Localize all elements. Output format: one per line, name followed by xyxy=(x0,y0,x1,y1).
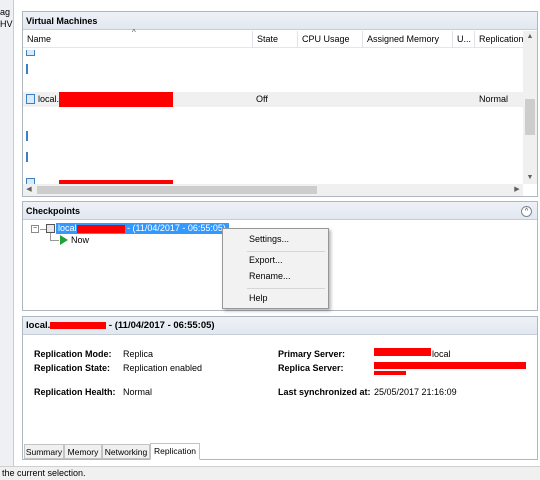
menu-item-settings[interactable]: Settings... xyxy=(249,234,289,245)
checkpoint-node-selected[interactable]: local - (11/04/2017 - 06:55:05) xyxy=(56,223,229,234)
column-header-assigned-memory[interactable]: Assigned Memory xyxy=(363,31,453,48)
menu-item-rename[interactable]: Rename... xyxy=(249,271,291,282)
redaction-mark xyxy=(50,321,107,329)
vm-icon xyxy=(26,152,28,162)
menu-separator xyxy=(247,251,325,252)
details-title: local. - (11/04/2017 - 06:55:05) xyxy=(23,317,537,335)
primary-server-domain: local xyxy=(432,349,451,359)
column-header-state[interactable]: State xyxy=(253,31,298,48)
menu-item-export[interactable]: Export... xyxy=(249,255,283,266)
column-header-replication[interactable]: Replication xyxy=(475,31,523,48)
replication-health-value: Normal xyxy=(123,387,153,397)
collapse-pane-icon[interactable]: ^ xyxy=(521,206,532,217)
last-synchronized-label: Last synchronized at: xyxy=(278,387,371,397)
redaction-mark xyxy=(374,348,431,356)
replication-state-value: Replication enabled xyxy=(123,363,203,373)
checkpoint-node-prefix: local xyxy=(58,223,77,233)
column-header-uptime[interactable]: U... xyxy=(453,31,475,48)
checkpoint-icon xyxy=(46,224,55,233)
column-header-cpu-usage[interactable]: CPU Usage xyxy=(298,31,363,48)
details-title-prefix: local. xyxy=(26,320,51,331)
tab-networking[interactable]: Networking xyxy=(102,444,150,459)
redaction-mark xyxy=(76,224,125,233)
primary-server-label: Primary Server: xyxy=(278,349,346,359)
menu-item-help[interactable]: Help xyxy=(249,293,268,304)
tab-memory[interactable]: Memory xyxy=(64,444,102,459)
virtual-machines-title: Virtual Machines xyxy=(23,12,537,30)
vm-state: Off xyxy=(256,94,268,104)
left-navigation-strip xyxy=(0,0,14,470)
redaction-mark xyxy=(59,92,173,107)
virtual-machines-pane: Virtual Machines Name ^ State CPU Usage … xyxy=(22,11,538,197)
replication-state-label: Replication State: xyxy=(34,363,111,373)
scroll-right-icon[interactable]: ▶ xyxy=(511,184,523,196)
scroll-left-icon[interactable]: ◀ xyxy=(23,184,35,196)
tree-connector xyxy=(50,240,59,241)
checkpoint-details-pane: local. - (11/04/2017 - 06:55:05) Replica… xyxy=(22,316,538,460)
left-strip-text-bottom: HV xyxy=(0,19,13,29)
vm-vertical-scrollbar[interactable]: ▲ ▼ xyxy=(523,31,537,184)
vm-icon xyxy=(26,64,28,74)
last-synchronized-value: 25/05/2017 21:16:09 xyxy=(374,387,457,397)
checkpoint-node-timestamp: - (11/04/2017 - 06:55:05) xyxy=(124,223,226,233)
replication-mode-label: Replication Mode: xyxy=(34,349,112,359)
menu-separator xyxy=(247,288,325,289)
replication-health-label: Replication Health: xyxy=(34,387,116,397)
vm-row[interactable]: local. Off Normal xyxy=(23,92,523,107)
vm-replication-health: Normal xyxy=(479,94,509,104)
vm-horizontal-scrollbar[interactable]: ◀ ▶ xyxy=(23,184,523,196)
replication-mode-value: Replica xyxy=(123,349,154,359)
vm-horizontal-scroll-thumb[interactable] xyxy=(37,186,317,194)
vm-icon xyxy=(26,94,35,104)
left-strip-text-top: ag xyxy=(0,7,11,17)
status-bar: the current selection. xyxy=(0,466,540,480)
vm-name-prefix: local. xyxy=(38,94,60,104)
checkpoint-context-menu: Settings... Export... Rename... Help xyxy=(222,228,329,309)
details-title-timestamp: - (11/04/2017 - 06:55:05) xyxy=(106,320,215,331)
tab-replication[interactable]: Replication xyxy=(150,443,200,460)
column-header-name[interactable]: Name xyxy=(23,31,253,48)
vm-icon xyxy=(26,131,28,141)
vm-vertical-scroll-thumb[interactable] xyxy=(525,99,535,135)
vm-column-header-row: Name ^ State CPU Usage Assigned Memory U… xyxy=(23,28,523,48)
redaction-mark xyxy=(374,371,406,375)
redaction-mark xyxy=(374,362,526,369)
checkpoints-title: Checkpoints xyxy=(23,202,537,220)
vm-icon xyxy=(26,50,35,56)
scroll-up-icon[interactable]: ▲ xyxy=(523,31,537,43)
scroll-down-icon[interactable]: ▼ xyxy=(523,172,537,184)
now-play-icon xyxy=(60,235,68,245)
sort-ascending-icon: ^ xyxy=(132,28,136,37)
now-node-label[interactable]: Now xyxy=(71,235,89,246)
replica-server-label: Replica Server: xyxy=(278,363,344,373)
tab-summary[interactable]: Summary xyxy=(24,444,64,459)
tree-collapse-icon[interactable]: − xyxy=(31,225,39,233)
